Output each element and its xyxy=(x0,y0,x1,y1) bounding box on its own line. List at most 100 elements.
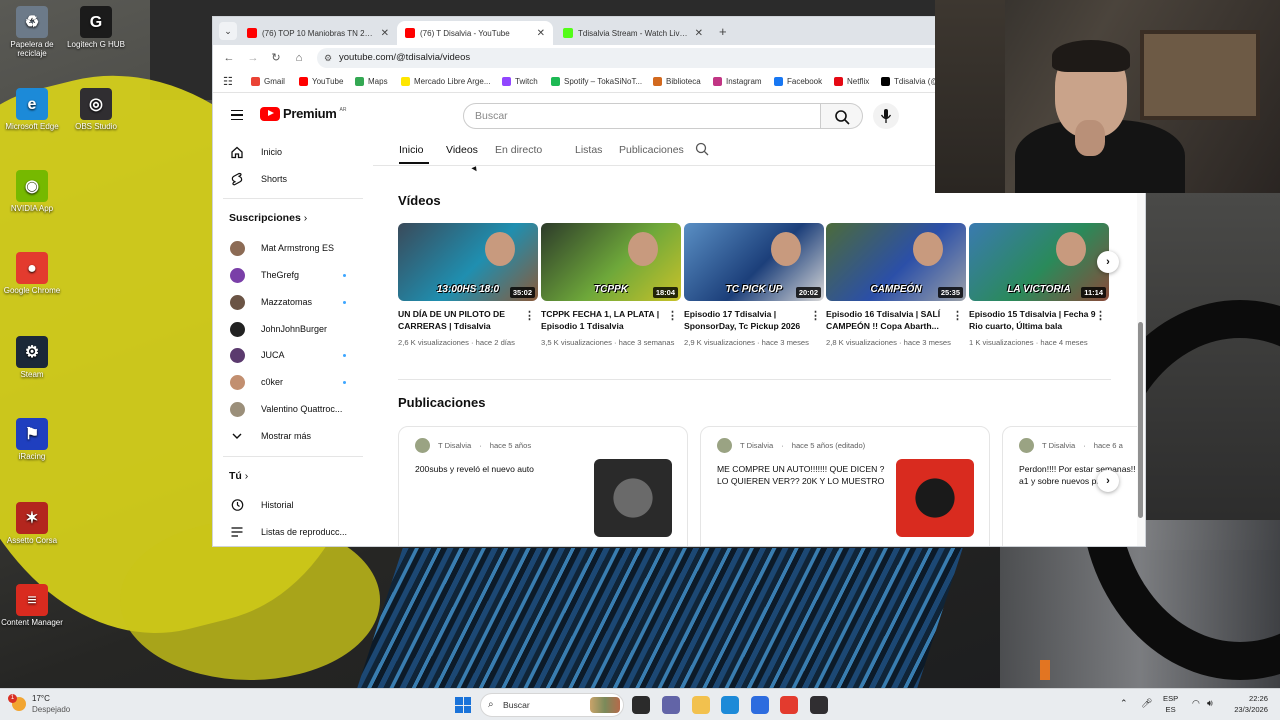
more-options-icon[interactable]: ⋮ xyxy=(952,309,963,322)
video-title[interactable]: Episodio 16 Tdisalvia | SALÍ CAMPEÓN !! … xyxy=(826,308,966,332)
video-card[interactable]: CAMPEÓN 25:35 Episodio 16 Tdisalvia | SALÍ… xyxy=(826,223,966,349)
video-thumbnail[interactable]: TCPPK 18:04 xyxy=(541,223,681,301)
bookmark-mercado-libre[interactable]: Mercado Libre Arge... xyxy=(401,77,490,86)
video-card[interactable]: 13:00HS 18:0 35:02 UN DÍA DE UN PILOTO DE … xyxy=(398,223,538,349)
youtube-logo[interactable]: Premium AR xyxy=(260,106,346,121)
sidebar-show-more[interactable]: Mostrar más xyxy=(213,424,373,448)
desktop-icon-assetto-corsa[interactable]: ✶ Assetto Corsa xyxy=(0,502,64,545)
sidebar-item-subscription[interactable]: TheGrefg xyxy=(213,263,373,287)
wifi-icon[interactable]: ◠ xyxy=(1192,698,1200,709)
video-title[interactable]: TCPPK FECHA 1, LA PLATA | Episodio 1 Tdi… xyxy=(541,308,681,332)
sidebar-item-subscription[interactable]: JUCA xyxy=(213,343,373,367)
more-options-icon[interactable]: ⋮ xyxy=(1095,309,1106,322)
tab-en-directo[interactable]: En directo xyxy=(495,144,542,156)
search-input[interactable]: Buscar xyxy=(463,103,821,129)
bookmark-instagram[interactable]: Instagram xyxy=(713,77,762,86)
post-card[interactable]: T Disalvia · hace 5 años 200subs y reveló e… xyxy=(398,426,688,546)
more-options-icon[interactable]: ⋮ xyxy=(524,309,535,322)
reload-icon[interactable]: ↻ xyxy=(268,50,284,66)
close-tab-icon[interactable]: ✕ xyxy=(381,28,389,39)
post-text[interactable]: 200subs y reveló el nuevo auto xyxy=(415,463,585,475)
tab-listas[interactable]: Listas xyxy=(575,144,602,156)
desktop-icon-edge[interactable]: e Microsoft Edge xyxy=(0,88,64,131)
clock[interactable]: 22:26 23/3/2026 xyxy=(1228,693,1268,715)
sidebar-item-history[interactable]: Historial xyxy=(213,493,373,517)
home-icon[interactable]: ⌂ xyxy=(291,50,307,66)
bookmark-biblioteca[interactable]: Biblioteca xyxy=(653,77,701,86)
terminal-icon[interactable] xyxy=(632,696,650,714)
more-options-icon[interactable]: ⋮ xyxy=(667,309,678,322)
desktop-icon-iracing[interactable]: ⚑ iRacing xyxy=(0,418,64,461)
bookmark-maps[interactable]: Maps xyxy=(355,77,388,86)
start-button[interactable] xyxy=(455,697,471,713)
language-indicator[interactable]: ESP ES xyxy=(1163,693,1178,715)
files-icon[interactable] xyxy=(692,696,710,714)
carousel-next-button[interactable]: › xyxy=(1097,251,1119,273)
post-image[interactable] xyxy=(896,459,974,537)
desktop-icon-chrome[interactable]: ● Google Chrome xyxy=(0,252,64,295)
video-thumbnail[interactable]: TC PICK UP 20:02 xyxy=(684,223,824,301)
more-options-icon[interactable]: ⋮ xyxy=(810,309,821,322)
post-card[interactable]: T Disalvia · hace 6 a Perdon!!!! Por estar … xyxy=(1002,426,1145,546)
bookmark-facebook[interactable]: Facebook xyxy=(774,77,822,86)
video-card[interactable]: TCPPK 18:04 TCPPK FECHA 1, LA PLATA | Epis… xyxy=(541,223,681,349)
channel-search-icon[interactable] xyxy=(695,142,709,159)
taskbar-search[interactable]: ⌕ Buscar xyxy=(480,693,624,717)
weather-widget[interactable]: 1 17°C Despejado xyxy=(8,693,70,715)
browser-tab[interactable]: Tdisalvia Stream - Watch Live o ✕ xyxy=(555,21,711,45)
chrome-icon[interactable] xyxy=(780,696,798,714)
bookmark-x[interactable]: Tdisalvia (@ xyxy=(881,77,939,86)
teams-icon[interactable] xyxy=(662,696,680,714)
back-arrow-icon[interactable]: ← xyxy=(221,50,237,66)
site-info-icon[interactable]: ⚙ xyxy=(324,48,332,68)
tab-inicio[interactable]: Inicio xyxy=(399,144,424,156)
bookmark-netflix[interactable]: Netflix xyxy=(834,77,869,86)
post-card[interactable]: T Disalvia · hace 5 años (editado) ME COMPR… xyxy=(700,426,990,546)
search-button[interactable] xyxy=(821,103,863,129)
video-title[interactable]: Episodio 17 Tdisalvia | SponsorDay, Tc P… xyxy=(684,308,824,332)
new-tab-button[interactable]: + xyxy=(719,24,727,39)
sidebar-item-subscription[interactable]: JohnJohnBurger xyxy=(213,317,373,341)
browser-tab-active[interactable]: (76) T Disalvia - YouTube ✕ xyxy=(397,21,553,45)
video-thumbnail[interactable]: 13:00HS 18:0 35:02 xyxy=(398,223,538,301)
sidebar-item-home[interactable]: Inicio xyxy=(213,140,373,164)
forward-arrow-icon[interactable]: → xyxy=(245,50,261,66)
desktop-icon-steam[interactable]: ⚙ Steam xyxy=(0,336,64,379)
post-text[interactable]: Perdon!!!! Por estar semanas!! 😅 Hay nov… xyxy=(1019,463,1145,487)
video-thumbnail[interactable]: LA VICTORIA 11:14 xyxy=(969,223,1109,301)
post-image[interactable] xyxy=(594,459,672,537)
close-tab-icon[interactable]: ✕ xyxy=(695,28,703,39)
desktop-icon-nvidia[interactable]: ◉ NVIDIA App xyxy=(0,170,64,213)
volume-icon[interactable]: 🔊︎ xyxy=(1207,698,1213,709)
you-header[interactable]: Tú › xyxy=(229,470,248,482)
video-title[interactable]: Episodio 15 Tdisalvia | Fecha 9 Rio cuar… xyxy=(969,308,1109,332)
sidebar-item-subscription[interactable]: Valentino Quattroc... xyxy=(213,397,373,421)
microphone-icon[interactable]: 🎤︎ xyxy=(1141,698,1152,709)
desktop-icon-obs[interactable]: ◎ OBS Studio xyxy=(64,88,128,131)
video-card[interactable]: LA VICTORIA 11:14 Episodio 15 Tdisalvia | … xyxy=(969,223,1109,349)
sidebar-item-subscription[interactable]: c0ker xyxy=(213,370,373,394)
posts-carousel-next-button[interactable]: › xyxy=(1097,470,1119,492)
sidebar-item-subscription[interactable]: Mazzatomas xyxy=(213,290,373,314)
store-icon[interactable] xyxy=(751,696,769,714)
tab-videos[interactable]: Videos xyxy=(446,144,478,156)
scrollbar-thumb[interactable] xyxy=(1138,322,1143,518)
sidebar-item-subscription[interactable]: Mat Armstrong ES xyxy=(213,236,373,260)
subscriptions-header[interactable]: Suscripciones › xyxy=(229,212,307,224)
bookmark-twitch[interactable]: Twitch xyxy=(502,77,538,86)
sidebar-item-shorts[interactable]: Shorts xyxy=(213,167,373,191)
bookmark-youtube[interactable]: YouTube xyxy=(299,77,343,86)
tab-search-button[interactable]: ⌄ xyxy=(219,22,237,40)
desktop-icon-logitech[interactable]: G Logitech G HUB xyxy=(64,6,128,49)
sidebar-item-playlists[interactable]: Listas de reproducc... xyxy=(213,520,373,544)
close-tab-icon[interactable]: ✕ xyxy=(537,28,545,39)
tray-overflow-icon[interactable]: ⌃ xyxy=(1120,698,1128,709)
video-card[interactable]: TC PICK UP 20:02 Episodio 17 Tdisalvia | S… xyxy=(684,223,824,349)
desktop-icon-content-manager[interactable]: ≡ Content Manager xyxy=(0,584,64,627)
edge-icon[interactable] xyxy=(721,696,739,714)
bookmark-spotify[interactable]: Spotify – TokaSiNoT... xyxy=(551,77,642,86)
obs-icon[interactable] xyxy=(810,696,828,714)
tab-publicaciones[interactable]: Publicaciones xyxy=(619,144,684,156)
video-thumbnail[interactable]: CAMPEÓN 25:35 xyxy=(826,223,966,301)
desktop-icon-recycle-bin[interactable]: ♻ Papelera de reciclaje xyxy=(0,6,64,58)
